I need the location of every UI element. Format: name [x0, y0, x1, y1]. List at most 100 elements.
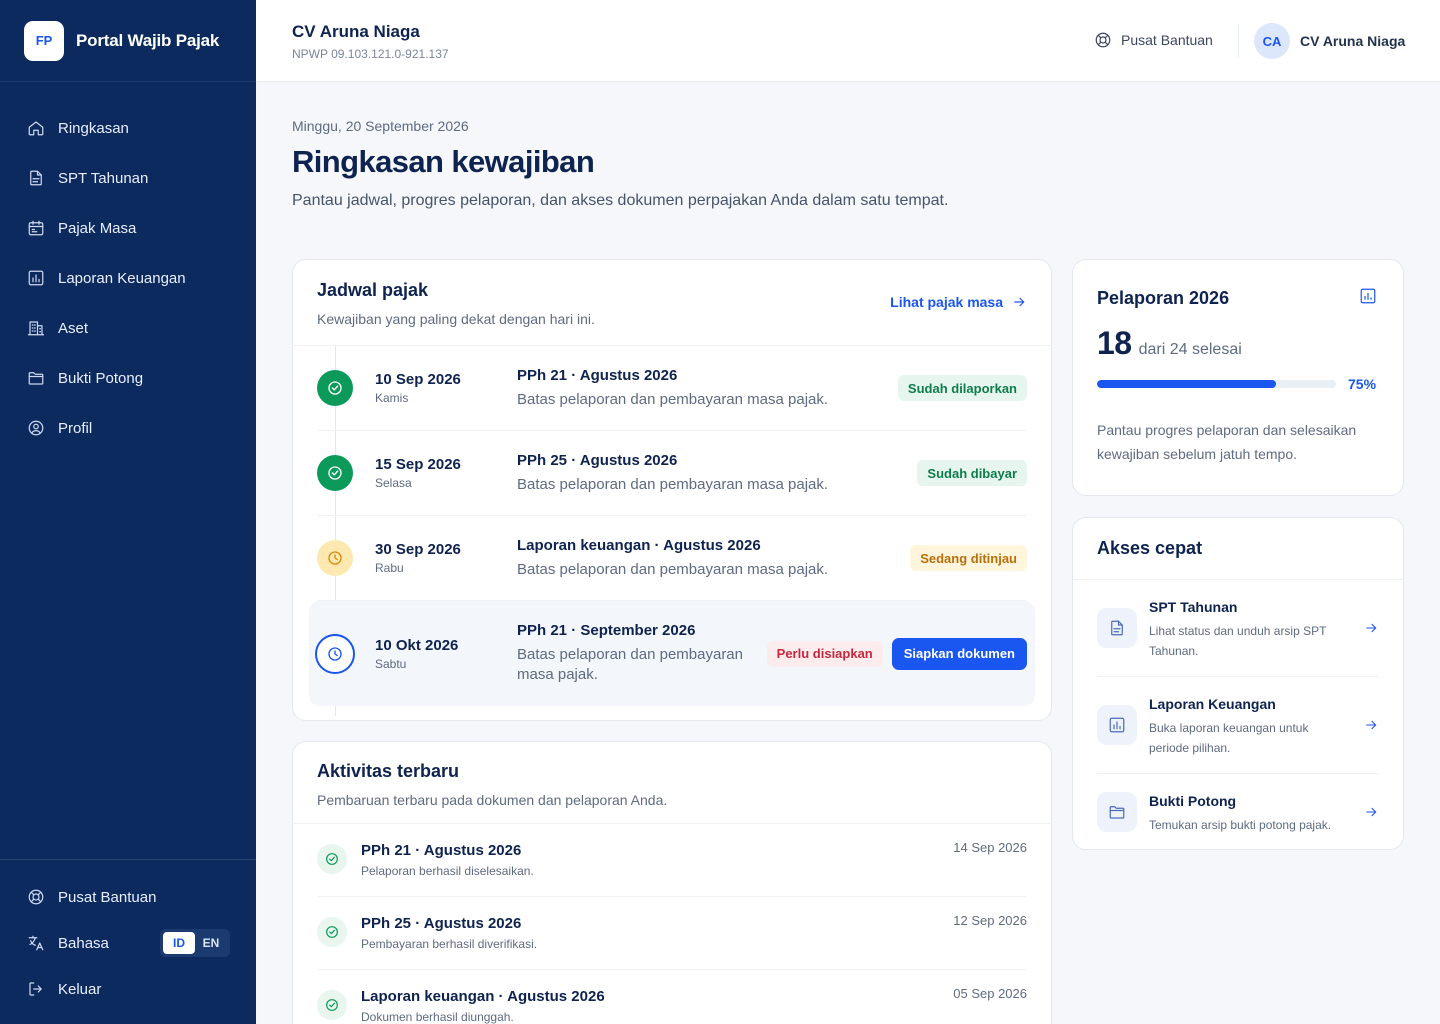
- card-header: Aktivitas terbaru Pembaruan terbaru pada…: [293, 742, 1051, 824]
- schedule-date: 10 Okt 2026 Sabtu: [375, 637, 458, 671]
- calendar-icon: [28, 220, 44, 236]
- arrow-right-icon: [1366, 623, 1377, 633]
- sidebar-item-label: Laporan Keuangan: [58, 269, 186, 287]
- activity-list: PPh 21 · Agustus 2026 Pelaporan berhasil…: [293, 824, 1051, 1024]
- due-date: 10 Sep 2026: [375, 371, 461, 388]
- arrow-right-icon: [1014, 297, 1025, 307]
- activity-item: PPh 21 · Agustus 2026 Pelaporan berhasil…: [317, 824, 1027, 897]
- quick-access-desc: Buka laporan keuangan untuk periode pili…: [1149, 721, 1309, 755]
- card-header: Jadwal pajak Kewajiban yang paling dekat…: [293, 260, 1051, 346]
- topbar-divider: [1238, 24, 1239, 58]
- status-dot: [317, 455, 353, 491]
- language-option-id[interactable]: ID: [163, 932, 195, 954]
- lifebuoy-icon: [1095, 32, 1111, 48]
- sidebar-item-spt-tahunan[interactable]: SPT Tahunan: [0, 153, 256, 203]
- sidebar-item-laporan-keuangan[interactable]: Laporan Keuangan: [0, 253, 256, 303]
- sidebar-nav: Ringkasan SPT Tahunan Pajak Masa Laporan…: [0, 82, 256, 453]
- schedule-info: PPh 21 · September 2026 Batas pelaporan …: [517, 622, 757, 685]
- check-circle-icon: [326, 853, 338, 865]
- lifebuoy-icon: [28, 889, 44, 905]
- prepare-documents-button[interactable]: Siapkan dokumen: [891, 637, 1027, 670]
- clock-icon: [328, 646, 342, 661]
- sidebar-item-pajak-masa[interactable]: Pajak Masa: [0, 203, 256, 253]
- progress-bar: [1097, 380, 1336, 388]
- progress-fill: [1097, 380, 1277, 388]
- activity-item: Laporan keuangan · Agustus 2026 Dokumen …: [317, 970, 1027, 1024]
- quick-access-spt-tahunan[interactable]: SPT Tahunan Lihat status dan unduh arsip…: [1097, 580, 1379, 677]
- user-menu[interactable]: CA CV Aruna Niaga: [1254, 23, 1405, 59]
- help-center-label: Pusat Bantuan: [1121, 32, 1213, 48]
- report-count: 18 dari 24 selesai: [1097, 325, 1379, 362]
- schedule-date: 30 Sep 2026 Rabu: [375, 541, 461, 575]
- obligation-desc: Batas pelaporan dan pembayaran masa paja…: [517, 560, 829, 578]
- building-icon: [27, 321, 45, 336]
- quick-access-title: Laporan Keuangan: [1149, 696, 1276, 712]
- sidebar-item-logout[interactable]: Keluar: [0, 966, 256, 1012]
- activity-desc: Dokumen berhasil diunggah.: [361, 1010, 514, 1024]
- card-header: Akses cepat: [1073, 518, 1403, 580]
- company-info: CV Aruna Niaga NPWP 09.103.121.0-921.137: [292, 22, 449, 61]
- view-periodic-tax-link[interactable]: Lihat pajak masa: [890, 294, 1027, 310]
- activity-status: [317, 917, 347, 947]
- status-dot: [317, 370, 353, 406]
- obligation-title: PPh 21 · Agustus 2026: [517, 366, 678, 384]
- bar-chart-icon: [1360, 288, 1376, 304]
- sidebar-item-profil[interactable]: Profil: [0, 403, 256, 453]
- schedule-date: 10 Sep 2026 Kamis: [375, 371, 461, 405]
- quick-access-desc: Temukan arsip bukti potong pajak.: [1149, 818, 1332, 832]
- activity-status: [317, 990, 347, 1020]
- obligation-desc: Batas pelaporan dan pembayaran masa paja…: [517, 390, 829, 408]
- card-title: Aktivitas terbaru: [317, 761, 460, 781]
- sidebar-item-label: Ringkasan: [58, 119, 129, 137]
- sidebar-item-label: Aset: [58, 319, 89, 337]
- activity-title: Laporan keuangan · Agustus 2026: [361, 988, 605, 1005]
- schedule-row: 15 Sep 2026 Selasa PPh 25 · Agustus 2026…: [317, 431, 1027, 516]
- due-date: 15 Sep 2026: [375, 456, 461, 473]
- activity-title: PPh 21 · Agustus 2026: [361, 842, 522, 859]
- sidebar-item-label: SPT Tahunan: [58, 169, 149, 187]
- status-badge: Sudah dibayar: [917, 460, 1027, 486]
- activity-desc: Pembayaran berhasil diverifikasi.: [361, 937, 538, 951]
- due-day: Selasa: [375, 476, 412, 490]
- status-dot: [315, 633, 355, 674]
- activity-date: 12 Sep 2026: [953, 913, 1027, 928]
- sidebar-item-aset[interactable]: Aset: [0, 303, 256, 353]
- status-dot: [317, 540, 353, 576]
- brand-logo: FP: [24, 20, 64, 61]
- activity-status: [317, 844, 347, 874]
- sidebar-item-label: Keluar: [58, 980, 102, 998]
- quick-access-title: Bukti Potong: [1149, 793, 1237, 809]
- sidebar-footer: Pusat Bantuan Bahasa ID EN Keluar: [0, 859, 256, 1024]
- activity-text: Laporan keuangan · Agustus 2026 Dokumen …: [361, 988, 605, 1024]
- user-circle-icon: [28, 420, 44, 436]
- report-description: Pantau progres pelaporan dan selesaikan …: [1097, 422, 1357, 462]
- brand[interactable]: FP Portal Wajib Pajak: [0, 0, 256, 82]
- activity-text: PPh 21 · Agustus 2026 Pelaporan berhasil…: [361, 842, 534, 878]
- folder-icon: [28, 372, 44, 385]
- quick-access-bukti-potong[interactable]: Bukti Potong Temukan arsip bukti potong …: [1097, 774, 1379, 849]
- quick-access-card: Akses cepat SPT Tahunan Lihat status dan…: [1072, 517, 1404, 850]
- sidebar: FP Portal Wajib Pajak Ringkasan SPT Tahu…: [0, 0, 256, 1024]
- sidebar-item-help[interactable]: Pusat Bantuan: [0, 874, 256, 920]
- tax-schedule-card: Jadwal pajak Kewajiban yang paling dekat…: [292, 259, 1052, 721]
- quick-access-list: SPT Tahunan Lihat status dan unduh arsip…: [1073, 580, 1403, 849]
- recent-activity-card: Aktivitas terbaru Pembaruan terbaru pada…: [292, 741, 1052, 1024]
- logout-icon: [29, 982, 42, 996]
- quick-access-laporan-keuangan[interactable]: Laporan Keuangan Buka laporan keuangan u…: [1097, 677, 1379, 774]
- status-badge: Sedang ditinjau: [910, 545, 1027, 571]
- schedule-info: PPh 21 · Agustus 2026 Batas pelaporan da…: [517, 367, 837, 410]
- sidebar-item-label: Bukti Potong: [58, 369, 144, 387]
- user-name: CV Aruna Niaga: [1300, 33, 1406, 49]
- row-actions: Perlu disiapkan Siapkan dokumen: [766, 637, 1027, 670]
- card-title: Pelaporan 2026: [1097, 288, 1230, 308]
- help-center-link[interactable]: Pusat Bantuan: [1094, 31, 1213, 49]
- home-icon: [28, 121, 44, 136]
- due-day: Rabu: [375, 561, 404, 575]
- page-title: Ringkasan kewajiban: [292, 144, 595, 179]
- status-badge: Sudah dilaporkan: [897, 375, 1027, 401]
- sidebar-item-ringkasan[interactable]: Ringkasan: [0, 103, 256, 153]
- activity-desc: Pelaporan berhasil diselesaikan.: [361, 864, 534, 878]
- count-total-label: dari 24 selesai: [1138, 341, 1242, 358]
- language-option-en[interactable]: EN: [195, 932, 227, 954]
- sidebar-item-bukti-potong[interactable]: Bukti Potong: [0, 353, 256, 403]
